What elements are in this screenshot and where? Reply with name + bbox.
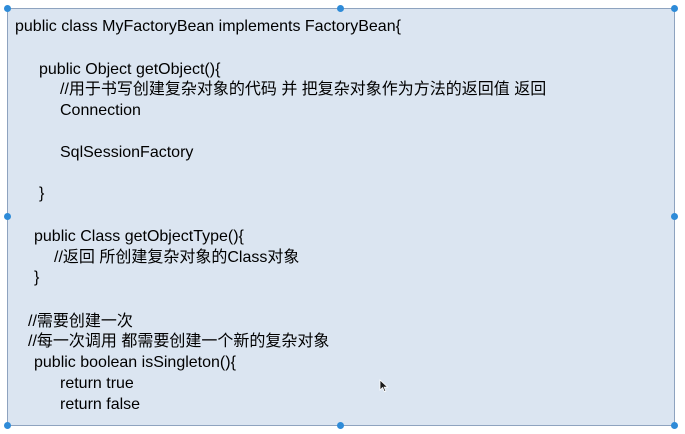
get-object-comment-line: //用于书写创建复杂对象的代码 并 把复杂对象作为方法的返回值 返回: [60, 81, 547, 98]
connection-example-line: Connection: [60, 102, 141, 119]
selection-handle-icon[interactable]: [4, 422, 11, 429]
is-singleton-declaration-line: public boolean isSingleton(){: [34, 354, 236, 371]
code-text-box[interactable]: public class MyFactoryBean implements Fa…: [7, 8, 675, 426]
selection-handle-icon[interactable]: [337, 422, 344, 429]
selection-handle-icon[interactable]: [671, 422, 678, 429]
singleton-comment-line-2: //每一次调用 都需要创建一个新的复杂对象: [28, 333, 330, 350]
get-object-declaration-line: public Object getObject(){: [39, 61, 221, 78]
selection-handle-icon[interactable]: [337, 5, 344, 12]
selection-handle-icon[interactable]: [4, 213, 11, 220]
get-object-close-brace: }: [39, 185, 45, 202]
get-object-type-close-brace: }: [34, 269, 40, 286]
selection-handle-icon[interactable]: [671, 5, 678, 12]
get-object-type-comment-line: //返回 所创建复杂对象的Class对象: [54, 249, 300, 266]
get-object-type-declaration-line: public Class getObjectType(){: [34, 228, 244, 245]
selection-handle-icon[interactable]: [4, 5, 11, 12]
singleton-comment-line-1: //需要创建一次: [28, 313, 133, 330]
sqlsessionfactory-example-line: SqlSessionFactory: [60, 144, 194, 161]
return-false-line: return false: [60, 396, 141, 413]
return-true-line: return true: [60, 375, 134, 392]
selection-handle-icon[interactable]: [671, 213, 678, 220]
mouse-pointer-icon: [379, 379, 389, 393]
class-declaration-line: public class MyFactoryBean implements Fa…: [15, 18, 401, 35]
